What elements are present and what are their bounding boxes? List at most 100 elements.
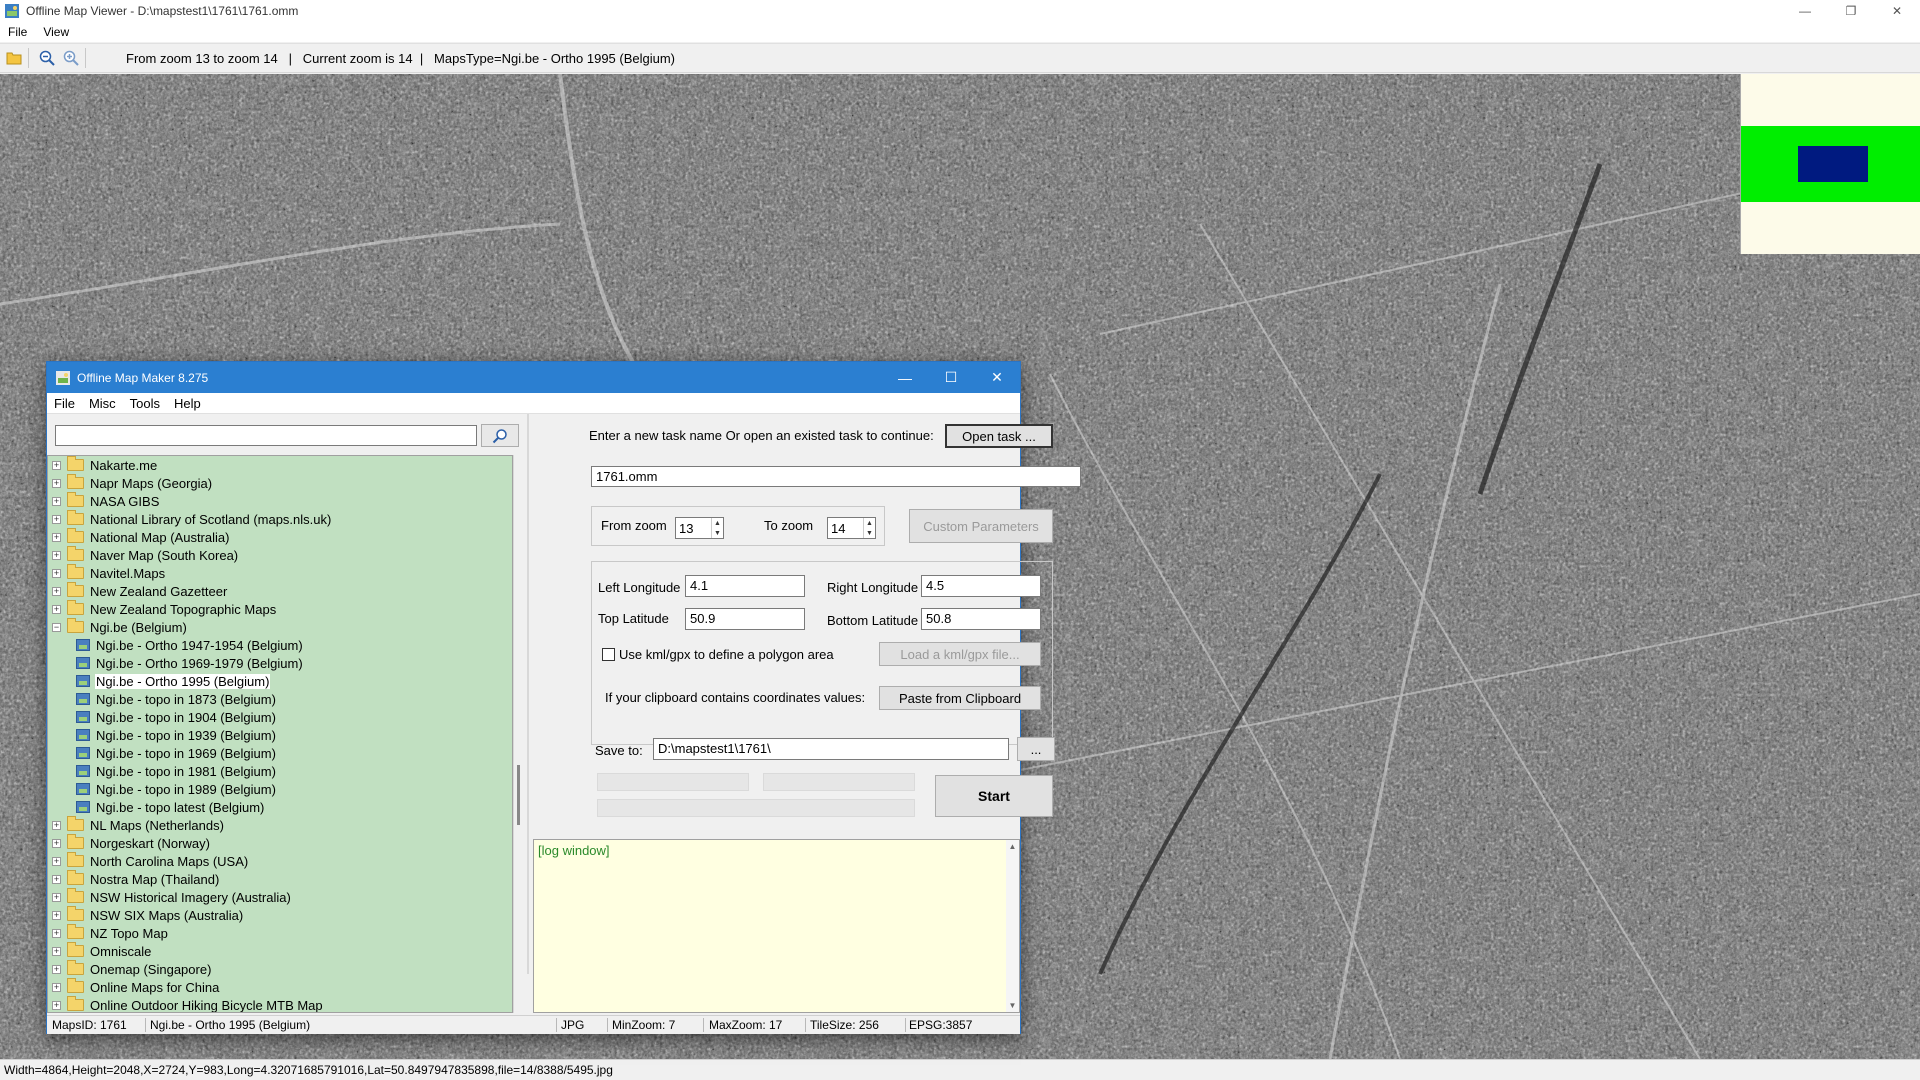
search-button[interactable]	[481, 424, 519, 447]
zoom-in-icon[interactable]	[61, 48, 81, 68]
expand-icon[interactable]: +	[52, 946, 61, 956]
spinner-arrows-icon[interactable]: ▲ ▼	[863, 518, 875, 538]
tree-folder-item[interactable]: + Nakarte.me	[48, 456, 512, 474]
expand-icon[interactable]: +	[52, 1000, 61, 1010]
zoom-out-icon[interactable]	[37, 48, 57, 68]
tree-map-item[interactable]: Ngi.be - Ortho 1995 (Belgium)	[48, 672, 512, 690]
menu-file[interactable]: File	[47, 396, 82, 411]
expand-icon[interactable]: +	[52, 550, 61, 560]
folder-icon	[67, 456, 84, 471]
expand-icon[interactable]: +	[52, 460, 61, 470]
tree-folder-item[interactable]: + Onemap (Singapore)	[48, 960, 512, 978]
tree-map-item[interactable]: Ngi.be - Ortho 1969-1979 (Belgium)	[48, 654, 512, 672]
menu-file[interactable]: File	[0, 25, 35, 39]
scroll-up-icon[interactable]: ▲	[1006, 842, 1019, 851]
right-longitude-input[interactable]: 4.5	[921, 575, 1041, 597]
spinner-arrows-icon[interactable]: ▲ ▼	[711, 518, 723, 538]
expand-icon[interactable]: +	[52, 604, 61, 614]
zoom-status-text: From zoom 13 to zoom 14 | Current zoom i…	[126, 50, 676, 66]
expand-icon[interactable]: +	[52, 982, 61, 992]
expand-icon[interactable]: +	[52, 838, 61, 848]
tree-map-item[interactable]: Ngi.be - topo latest (Belgium)	[48, 798, 512, 816]
tree-folder-item[interactable]: + NASA GIBS	[48, 492, 512, 510]
dialog-close-button[interactable]: ✕	[974, 362, 1020, 393]
log-scrollbar[interactable]: ▲ ▼	[1006, 840, 1019, 1012]
task-name-input[interactable]: 1761.omm	[591, 466, 1081, 487]
tree-folder-item[interactable]: + Norgeskart (Norway)	[48, 834, 512, 852]
tree-map-item[interactable]: Ngi.be - topo in 1981 (Belgium)	[48, 762, 512, 780]
tree-folder-item[interactable]: + New Zealand Topographic Maps	[48, 600, 512, 618]
collapse-icon[interactable]: −	[52, 622, 61, 632]
tree-folder-item[interactable]: + NSW SIX Maps (Australia)	[48, 906, 512, 924]
expand-icon[interactable]: +	[52, 496, 61, 506]
tree-folder-item[interactable]: + Napr Maps (Georgia)	[48, 474, 512, 492]
tree-folder-item[interactable]: + North Carolina Maps (USA)	[48, 852, 512, 870]
save-path-input[interactable]: D:\mapstest1\1761\	[653, 738, 1009, 760]
folder-icon	[67, 870, 84, 885]
tree-scrollbar[interactable]	[513, 455, 526, 1013]
search-input[interactable]	[55, 425, 477, 446]
expand-icon[interactable]: +	[52, 478, 61, 488]
menu-tools[interactable]: Tools	[123, 396, 167, 411]
expand-icon[interactable]: +	[52, 910, 61, 920]
tree-folder-item[interactable]: + Nostra Map (Thailand)	[48, 870, 512, 888]
tree-map-item[interactable]: Ngi.be - topo in 1989 (Belgium)	[48, 780, 512, 798]
expand-icon[interactable]: +	[52, 964, 61, 974]
expand-icon[interactable]: +	[52, 820, 61, 830]
tree-folder-item[interactable]: + Navitel.Maps	[48, 564, 512, 582]
tree-folder-item[interactable]: + Naver Map (South Korea)	[48, 546, 512, 564]
use-kml-checkbox[interactable]	[602, 648, 615, 661]
open-task-button[interactable]: Open task ...	[945, 424, 1053, 448]
expand-icon[interactable]: +	[52, 928, 61, 938]
from-zoom-spinner[interactable]: 13 ▲ ▼	[675, 517, 724, 539]
expand-icon[interactable]: +	[52, 856, 61, 866]
browse-button[interactable]: ...	[1017, 737, 1055, 761]
expand-icon[interactable]: +	[52, 586, 61, 596]
tree-map-item[interactable]: Ngi.be - topo in 1939 (Belgium)	[48, 726, 512, 744]
left-longitude-input[interactable]: 4.1	[685, 575, 805, 597]
expand-icon[interactable]: +	[52, 514, 61, 524]
tree-folder-item[interactable]: + NL Maps (Netherlands)	[48, 816, 512, 834]
folder-icon	[67, 852, 84, 867]
tree-folder-item[interactable]: + National Library of Scotland (maps.nls.…	[48, 510, 512, 528]
tree-map-item[interactable]: Ngi.be - Ortho 1947-1954 (Belgium)	[48, 636, 512, 654]
dialog-title-bar[interactable]: Offline Map Maker 8.275 — ☐ ✕	[47, 362, 1020, 393]
tree-folder-item[interactable]: + NZ Topo Map	[48, 924, 512, 942]
open-folder-icon[interactable]	[4, 48, 24, 68]
restore-button[interactable]: ❐	[1828, 0, 1874, 22]
start-button[interactable]: Start	[935, 775, 1053, 817]
paste-from-clipboard-button[interactable]: Paste from Clipboard	[879, 686, 1041, 710]
menu-misc[interactable]: Misc	[82, 396, 123, 411]
close-button[interactable]: ✕	[1874, 0, 1920, 22]
map-source-tree[interactable]: + Nakarte.me + Napr Maps (Georgia) + NASA GIB…	[47, 455, 513, 1013]
dialog-minimize-button[interactable]: —	[882, 362, 928, 393]
top-latitude-input[interactable]: 50.9	[685, 608, 805, 630]
expand-icon[interactable]: +	[52, 892, 61, 902]
expand-icon[interactable]: +	[52, 874, 61, 884]
overview-minimap[interactable]	[1740, 74, 1920, 254]
menu-help[interactable]: Help	[167, 396, 208, 411]
custom-parameters-button[interactable]: Custom Parameters	[909, 509, 1053, 543]
tree-folder-item[interactable]: − Ngi.be (Belgium)	[48, 618, 512, 636]
minimize-button[interactable]: —	[1782, 0, 1828, 22]
tree-folder-item[interactable]: + National Map (Australia)	[48, 528, 512, 546]
log-window[interactable]: [log window] ▲ ▼	[533, 839, 1020, 1013]
load-kml-button[interactable]: Load a kml/gpx file...	[879, 642, 1041, 666]
menu-view[interactable]: View	[35, 25, 77, 39]
tree-item-label: Ngi.be (Belgium)	[90, 619, 187, 635]
tree-folder-item[interactable]: + Omniscale	[48, 942, 512, 960]
tree-map-item[interactable]: Ngi.be - topo in 1904 (Belgium)	[48, 708, 512, 726]
tree-map-item[interactable]: Ngi.be - topo in 1969 (Belgium)	[48, 744, 512, 762]
tree-folder-item[interactable]: + Online Maps for China	[48, 978, 512, 996]
expand-icon[interactable]: +	[52, 568, 61, 578]
scroll-down-icon[interactable]: ▼	[1006, 1001, 1019, 1010]
progress-bar-1	[597, 773, 749, 791]
tree-folder-item[interactable]: + Online Outdoor Hiking Bicycle MTB Map	[48, 996, 512, 1012]
tree-map-item[interactable]: Ngi.be - topo in 1873 (Belgium)	[48, 690, 512, 708]
tree-folder-item[interactable]: + NSW Historical Imagery (Australia)	[48, 888, 512, 906]
tree-folder-item[interactable]: + New Zealand Gazetteer	[48, 582, 512, 600]
expand-icon[interactable]: +	[52, 532, 61, 542]
to-zoom-spinner[interactable]: 14 ▲ ▼	[827, 517, 876, 539]
dialog-maximize-button[interactable]: ☐	[928, 362, 974, 393]
bottom-latitude-input[interactable]: 50.8	[921, 608, 1041, 630]
